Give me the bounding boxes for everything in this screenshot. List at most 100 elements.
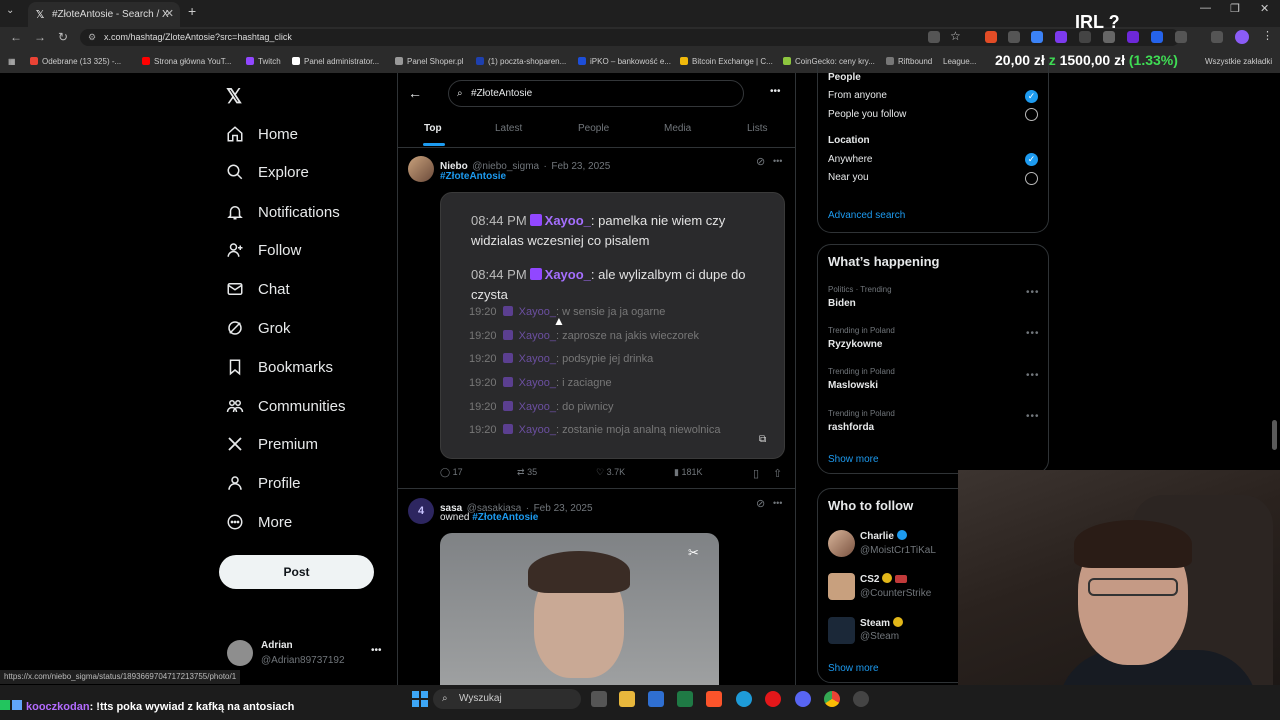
reply-button[interactable]: ◯ 17 — [440, 467, 463, 478]
account-menu-icon[interactable]: ••• — [371, 645, 382, 656]
tweet-date[interactable]: Feb 23, 2025 — [534, 503, 593, 514]
tweet-date[interactable]: Feb 23, 2025 — [551, 161, 610, 172]
follow-suggestion-name[interactable]: Charlie — [860, 530, 907, 542]
account-name[interactable]: Adrian — [261, 640, 293, 651]
bookmark-item[interactable]: Strona główna YouT... — [142, 57, 231, 66]
steam-logo-icon[interactable] — [828, 617, 855, 644]
tweet-more-icon[interactable]: ••• — [773, 498, 782, 508]
discord-icon[interactable] — [795, 691, 811, 707]
extension-icon[interactable] — [1151, 31, 1163, 43]
avatar[interactable] — [408, 156, 434, 182]
tab-lists[interactable]: Lists — [747, 123, 768, 134]
grok-icon[interactable]: ⊘ — [756, 155, 765, 168]
bookmark-item[interactable]: Twitch — [246, 57, 281, 66]
windows-start-icon[interactable] — [412, 691, 428, 707]
trend-more-icon[interactable]: ••• — [1026, 370, 1040, 381]
tab-latest[interactable]: Latest — [495, 123, 522, 134]
extension-icon[interactable] — [1031, 31, 1043, 43]
sidebar-item-more[interactable]: More — [226, 510, 292, 534]
follow-suggestion-handle[interactable]: @CounterStrike — [860, 588, 931, 599]
who-to-follow-show-more-link[interactable]: Show more — [828, 663, 879, 674]
trend-more-icon[interactable]: ••• — [1026, 328, 1040, 339]
like-button[interactable]: ♡ 3.7K — [596, 467, 625, 478]
extension-icon[interactable] — [1127, 31, 1139, 43]
filter-option[interactable]: Anywhere — [828, 154, 872, 165]
filter-option[interactable]: People you follow — [828, 109, 906, 120]
follow-suggestion-name[interactable]: CS2 — [860, 573, 908, 585]
reload-icon[interactable]: ↻ — [58, 30, 68, 44]
close-tab-icon[interactable]: ✕ — [165, 7, 174, 20]
sidebar-item-chat[interactable]: Chat — [226, 277, 290, 301]
trend-more-icon[interactable]: ••• — [1026, 287, 1040, 298]
extension-icon[interactable] — [1055, 31, 1067, 43]
bookmark-icon[interactable]: ▯ — [753, 467, 759, 480]
share-icon[interactable]: ⇧ — [773, 467, 782, 480]
chrome-icon[interactable] — [824, 691, 840, 707]
page-scrollbar[interactable] — [1272, 420, 1277, 450]
brave-icon[interactable] — [706, 691, 722, 707]
back-arrow-icon[interactable]: ← — [10, 30, 22, 44]
follow-suggestion-name[interactable]: Steam — [860, 617, 904, 629]
tweet-more-icon[interactable]: ••• — [773, 156, 782, 166]
bookmark-item[interactable]: Panel Shoper.pl — [395, 57, 464, 66]
radio-checked-icon[interactable]: ✓ — [1025, 153, 1038, 166]
extension-icon[interactable] — [1008, 31, 1020, 43]
post-button[interactable]: Post — [219, 555, 374, 589]
trend-name[interactable]: Biden — [828, 298, 856, 309]
site-info-icon[interactable]: ⚙ — [88, 29, 96, 46]
radio-checked-icon[interactable]: ✓ — [1025, 90, 1038, 103]
radio-unchecked-icon[interactable] — [1025, 172, 1038, 185]
apps-grid-icon[interactable]: ▦ — [8, 57, 16, 66]
file-explorer-icon[interactable] — [619, 691, 635, 707]
filter-option[interactable]: Near you — [828, 172, 869, 183]
bookmark-item[interactable]: (1) poczta-shoparen... — [476, 57, 566, 66]
trends-show-more-link[interactable]: Show more — [828, 454, 879, 465]
bookmark-item[interactable]: Bitcoin Exchange | C... — [680, 57, 773, 66]
all-bookmarks[interactable]: Wszystkie zakładki — [1205, 57, 1272, 66]
tab-top[interactable]: Top — [424, 123, 442, 134]
task-view-icon[interactable] — [591, 691, 607, 707]
opera-icon[interactable] — [765, 691, 781, 707]
maximize-icon[interactable]: ❐ — [1230, 2, 1240, 15]
avatar[interactable] — [828, 573, 855, 600]
sidebar-item-profile[interactable]: Profile — [226, 471, 301, 495]
sidebar-item-explore[interactable]: Explore — [226, 160, 309, 184]
account-handle[interactable]: @Adrian89737192 — [261, 655, 345, 666]
settings-gear-icon[interactable] — [853, 691, 869, 707]
browser-tab[interactable]: 𝕏 #ZłoteAntosie - Search / X ✕ — [28, 2, 180, 27]
bookmark-item[interactable]: iPKO – bankowość e... — [578, 57, 671, 66]
trend-name[interactable]: rashforda — [828, 422, 874, 433]
sidebar-item-bookmarks[interactable]: Bookmarks — [226, 355, 333, 379]
extensions-puzzle-icon[interactable] — [1175, 31, 1187, 43]
follow-suggestion-handle[interactable]: @Steam — [860, 631, 899, 642]
install-app-icon[interactable] — [928, 31, 940, 43]
tab-people[interactable]: People — [578, 123, 609, 134]
star-bookmark-icon[interactable]: ☆ — [950, 29, 961, 43]
trend-more-icon[interactable]: ••• — [1026, 411, 1040, 422]
tweet-video[interactable]: ✂ — [440, 533, 719, 685]
radio-unchecked-icon[interactable] — [1025, 108, 1038, 121]
store-icon[interactable] — [648, 691, 664, 707]
avatar[interactable]: 4 — [408, 498, 434, 524]
bookmark-item[interactable]: Odebrane (13 325) -... — [30, 57, 121, 66]
tab-media[interactable]: Media — [664, 123, 691, 134]
avatar[interactable] — [227, 640, 253, 666]
sidebar-item-premium[interactable]: Premium — [226, 432, 318, 456]
search-options-icon[interactable]: ••• — [770, 86, 781, 97]
browser-menu-icon[interactable]: ⋮ — [1262, 29, 1273, 42]
advanced-search-link[interactable]: Advanced search — [828, 210, 905, 221]
image-edit-icon[interactable]: ⧉ — [759, 434, 766, 445]
extension-icon[interactable] — [985, 31, 997, 43]
close-window-icon[interactable]: ✕ — [1260, 2, 1269, 15]
sidebar-item-home[interactable]: Home — [226, 122, 298, 146]
bookmark-item[interactable]: Panel administrator... — [292, 57, 379, 66]
minimize-icon[interactable]: — — [1200, 2, 1211, 14]
sidebar-item-follow[interactable]: Follow — [226, 238, 301, 262]
reading-list-icon[interactable] — [1211, 31, 1223, 43]
sidebar-item-notifications[interactable]: Notifications — [226, 200, 340, 224]
search-input[interactable]: ⌕ #ZłoteAntosie — [448, 80, 744, 107]
tweet-image[interactable]: 08:44 PM Xayoo_: pamelka nie wiem czy wid… — [440, 192, 785, 459]
filter-option[interactable]: From anyone — [828, 90, 887, 101]
sidebar-item-communities[interactable]: Communities — [226, 394, 346, 418]
x-logo-icon[interactable]: 𝕏 — [226, 84, 242, 109]
